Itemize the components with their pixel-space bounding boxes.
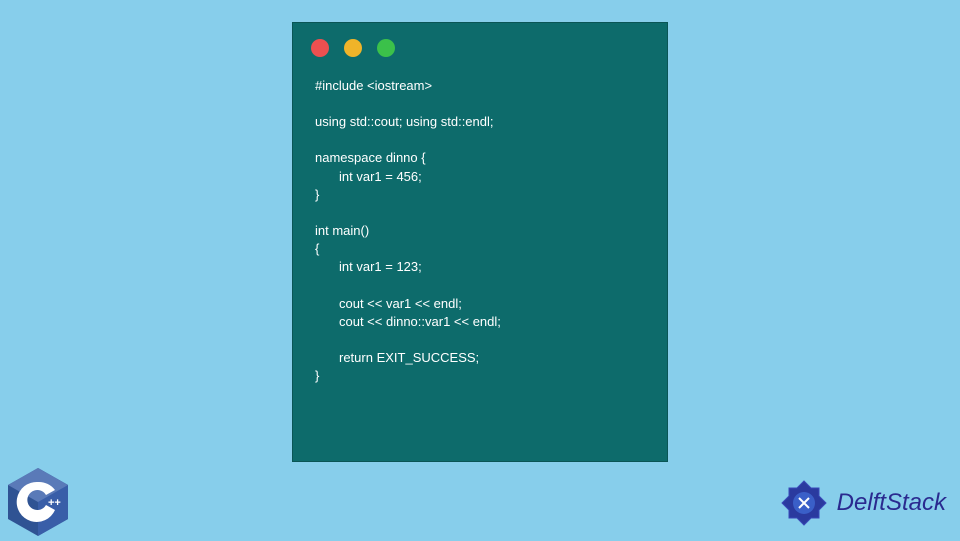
code-line: cout << dinno::var1 << endl; xyxy=(315,313,645,331)
close-icon xyxy=(311,39,329,57)
minimize-icon xyxy=(344,39,362,57)
code-line: #include <iostream> xyxy=(315,77,645,95)
code-line: namespace dinno { xyxy=(315,149,645,167)
window-traffic-lights xyxy=(293,23,667,67)
code-line xyxy=(315,277,645,295)
code-line xyxy=(315,131,645,149)
code-line: int var1 = 456; xyxy=(315,168,645,186)
code-line: { xyxy=(315,240,645,258)
code-line xyxy=(315,95,645,113)
code-line xyxy=(315,331,645,349)
code-line: return EXIT_SUCCESS; xyxy=(315,349,645,367)
code-line: } xyxy=(315,186,645,204)
svg-text:++: ++ xyxy=(48,497,61,509)
delftstack-emblem-icon xyxy=(779,478,829,528)
code-content: #include <iostream>using std::cout; usin… xyxy=(293,67,667,395)
code-line: } xyxy=(315,367,645,385)
maximize-icon xyxy=(377,39,395,57)
cpp-language-badge: ++ xyxy=(4,466,72,536)
code-window: #include <iostream>using std::cout; usin… xyxy=(292,22,668,462)
code-line: using std::cout; using std::endl; xyxy=(315,113,645,131)
code-line: int main() xyxy=(315,222,645,240)
brand-name: DelftStack xyxy=(837,489,946,517)
delftstack-logo: DelftStack xyxy=(779,478,946,528)
code-line: int var1 = 123; xyxy=(315,258,645,276)
code-line: cout << var1 << endl; xyxy=(315,295,645,313)
code-line xyxy=(315,204,645,222)
